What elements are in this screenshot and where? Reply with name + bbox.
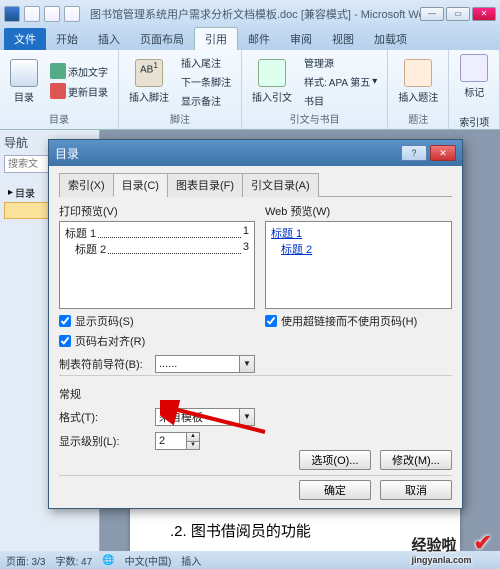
dtab-figures[interactable]: 图表目录(F) <box>167 173 243 197</box>
toc-button-label: 目录 <box>14 89 34 104</box>
spin-up-icon[interactable]: ▲ <box>187 433 199 442</box>
tab-leader-combo[interactable]: ......▼ <box>155 355 255 373</box>
window-title: 图书馆管理系统用户需求分析文档模板.doc [兼容模式] - Microsoft… <box>90 6 420 22</box>
maximize-button[interactable]: ▭ <box>446 7 470 21</box>
redo-icon[interactable] <box>64 6 80 22</box>
citation-icon <box>258 59 286 87</box>
tab-review[interactable]: 审阅 <box>280 28 322 50</box>
web-preview-box[interactable]: 标题 1 标题 2 <box>265 221 452 309</box>
dialog-title-bar[interactable]: 目录 ? ✕ <box>49 140 462 166</box>
toc-button[interactable]: 目录 <box>6 57 42 106</box>
use-hyperlinks-checkbox[interactable]: 使用超链接而不使用页码(H) <box>265 313 452 329</box>
add-text-button[interactable]: 添加文字 <box>46 61 112 81</box>
dialog-title: 目录 <box>55 145 398 162</box>
status-lang[interactable]: 中文(中国) <box>125 553 172 568</box>
update-toc-button[interactable]: 更新目录 <box>46 81 112 101</box>
toc-dialog: 目录 ? ✕ 索引(X) 目录(C) 图表目录(F) 引文目录(A) 打印预览(… <box>48 139 463 509</box>
modify-button[interactable]: 修改(M)... <box>380 450 452 470</box>
dialog-tabs: 索引(X) 目录(C) 图表目录(F) 引文目录(A) <box>59 172 452 197</box>
tab-layout[interactable]: 页面布局 <box>130 28 194 50</box>
web-link[interactable]: 标题 2 <box>271 241 446 257</box>
tab-view[interactable]: 视图 <box>322 28 364 50</box>
cancel-button[interactable]: 取消 <box>380 480 452 500</box>
show-notes-button[interactable]: 显示备注 <box>177 91 225 110</box>
tab-leader-label: 制表符前导符(B): <box>59 356 149 372</box>
ok-button[interactable]: 确定 <box>299 480 371 500</box>
group-citations-label: 引文与书目 <box>248 110 381 127</box>
options-button[interactable]: 选项(O)... <box>299 450 371 470</box>
minimize-button[interactable]: — <box>420 7 444 21</box>
dtab-toc[interactable]: 目录(C) <box>113 173 168 197</box>
index-icon <box>460 54 488 82</box>
style-selector[interactable]: 样式: APA 第五 ▾ <box>300 72 381 91</box>
print-preview-box[interactable]: 标题 11 标题 23 <box>59 221 255 309</box>
manage-sources-button[interactable]: 管理源 <box>300 53 338 72</box>
levels-spinner[interactable]: 2 ▲▼ <box>155 432 200 450</box>
dialog-close-button[interactable]: ✕ <box>430 145 456 161</box>
undo-icon[interactable] <box>44 6 60 22</box>
caption-icon <box>404 59 432 87</box>
insert-citation-button[interactable]: 插入引文 <box>248 57 296 106</box>
title-bar: 图书馆管理系统用户需求分析文档模板.doc [兼容模式] - Microsoft… <box>0 0 500 28</box>
format-label: 格式(T): <box>59 409 149 425</box>
check-icon: ✔ <box>474 530 492 556</box>
group-toc: 目录 添加文字 更新目录 目录 <box>0 50 119 129</box>
spin-down-icon[interactable]: ▼ <box>187 442 199 450</box>
group-footnotes-label: 脚注 <box>125 110 235 127</box>
group-captions-label: 题注 <box>394 110 442 127</box>
ribbon: 目录 添加文字 更新目录 目录 AB1 插入脚注 插入尾注 下一条脚注 显示备注… <box>0 50 500 130</box>
dtab-authorities[interactable]: 引文目录(A) <box>242 173 319 197</box>
add-text-icon <box>50 63 66 79</box>
insert-endnote-button[interactable]: 插入尾注 <box>177 53 225 72</box>
status-insert[interactable]: 插入 <box>181 553 201 568</box>
insert-footnote-button[interactable]: AB1 插入脚注 <box>125 57 173 106</box>
show-pages-checkbox[interactable]: 显示页码(S) <box>59 313 255 329</box>
chevron-down-icon: ▼ <box>239 356 254 372</box>
print-preview-label: 打印预览(V) <box>59 203 255 219</box>
format-combo[interactable]: 来自模板▼ <box>155 408 255 426</box>
group-citations: 插入引文 管理源 样式: APA 第五 ▾ 书目 引文与书目 <box>242 50 388 129</box>
footnote-icon: AB1 <box>135 59 163 87</box>
mark-entry-button[interactable]: 标记 索引项 <box>455 52 493 131</box>
group-index: 标记 索引项 索引 <box>449 50 500 129</box>
tab-addins[interactable]: 加载项 <box>364 28 417 50</box>
watermark-url: jingyanla.com <box>412 555 472 565</box>
toc-icon <box>10 59 38 87</box>
tab-home[interactable]: 开始 <box>46 28 88 50</box>
bibliography-button[interactable]: 书目 <box>300 91 328 110</box>
tab-references[interactable]: 引用 <box>194 27 238 50</box>
status-words[interactable]: 字数: 47 <box>55 553 92 568</box>
watermark-brand: 经验啦 <box>412 537 457 554</box>
dialog-help-button[interactable]: ? <box>401 145 427 161</box>
document-text: .2. 图书借阅员的功能 <box>170 520 420 541</box>
insert-caption-button[interactable]: 插入题注 <box>394 57 442 106</box>
close-button[interactable]: ✕ <box>472 7 496 21</box>
next-footnote-button[interactable]: 下一条脚注 <box>177 72 235 91</box>
levels-label: 显示级别(L): <box>59 433 149 449</box>
status-lang-icon: 🌐 <box>102 555 114 566</box>
quick-access-toolbar <box>4 6 80 22</box>
group-toc-label: 目录 <box>6 110 112 127</box>
chevron-down-icon: ▼ <box>239 409 254 425</box>
tab-mailings[interactable]: 邮件 <box>238 28 280 50</box>
word-icon <box>4 6 20 22</box>
right-align-checkbox[interactable]: 页码右对齐(R) <box>59 333 255 349</box>
tab-file[interactable]: 文件 <box>4 28 46 50</box>
ribbon-tabs: 文件 开始 插入 页面布局 引用 邮件 审阅 视图 加载项 <box>0 28 500 50</box>
general-label: 常规 <box>59 386 452 402</box>
tab-insert[interactable]: 插入 <box>88 28 130 50</box>
group-footnotes: AB1 插入脚注 插入尾注 下一条脚注 显示备注 脚注 <box>119 50 242 129</box>
update-icon <box>50 83 66 99</box>
save-icon[interactable] <box>24 6 40 22</box>
web-preview-label: Web 预览(W) <box>265 203 452 219</box>
group-captions: 插入题注 题注 <box>388 50 449 129</box>
watermark: 经验啦 jingyanla.com ✔ <box>412 530 492 565</box>
web-link[interactable]: 标题 1 <box>271 225 446 241</box>
status-page[interactable]: 页面: 3/3 <box>6 553 45 568</box>
dtab-index[interactable]: 索引(X) <box>59 173 114 197</box>
